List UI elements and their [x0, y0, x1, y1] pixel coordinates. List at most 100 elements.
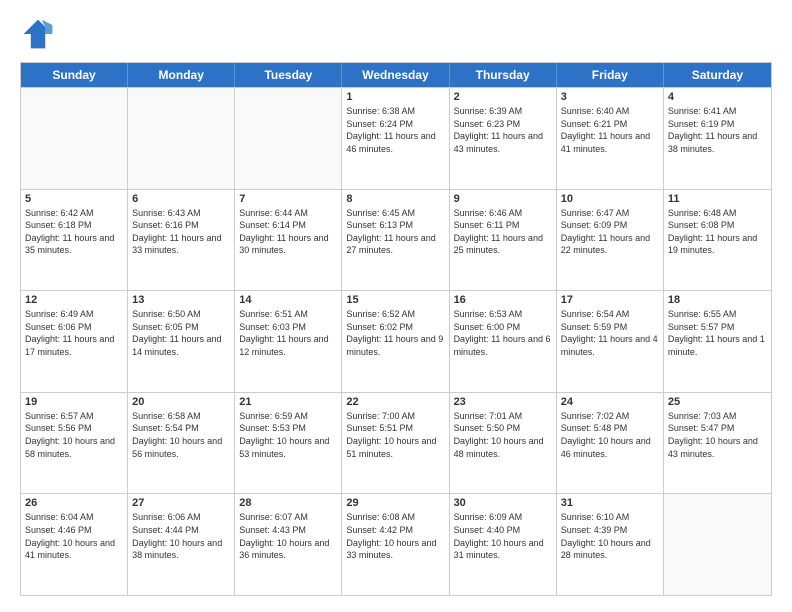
week-row-4: 26 Sunrise: 6:04 AMSunset: 4:46 PMDayligh… [21, 493, 771, 595]
day-info: Sunrise: 6:08 AMSunset: 4:42 PMDaylight:… [346, 511, 444, 561]
day-info: Sunrise: 6:45 AMSunset: 6:13 PMDaylight:… [346, 207, 444, 257]
day-info: Sunrise: 7:00 AMSunset: 5:51 PMDaylight:… [346, 410, 444, 460]
cal-cell: 19Sunrise: 6:57 AMSunset: 5:56 PMDayligh… [21, 393, 128, 494]
day-number: 11 [668, 193, 767, 205]
day-number: 28 [239, 497, 337, 509]
day-number: 26 [25, 497, 123, 509]
header [20, 16, 772, 52]
week-row-3: 19Sunrise: 6:57 AMSunset: 5:56 PMDayligh… [21, 392, 771, 494]
week-row-1: 5Sunrise: 6:42 AMSunset: 6:18 PMDaylight… [21, 189, 771, 291]
day-number: 17 [561, 294, 659, 306]
cal-cell: 18 Sunrise: 6:55 AMSunset: 5:57 PMDayligh… [664, 291, 771, 392]
cal-cell: 25Sunrise: 7:03 AMSunset: 5:47 PMDayligh… [664, 393, 771, 494]
cal-cell: 14 Sunrise: 6:51 AMSunset: 6:03 PMDayligh… [235, 291, 342, 392]
cal-cell: 9 Sunrise: 6:46 AMSunset: 6:11 PMDaylight… [450, 190, 557, 291]
day-number: 10 [561, 193, 659, 205]
day-info: Sunrise: 6:04 AMSunset: 4:46 PMDaylight:… [25, 511, 123, 561]
day-info: Sunrise: 7:02 AMSunset: 5:48 PMDaylight:… [561, 410, 659, 460]
day-info: Sunrise: 6:44 AMSunset: 6:14 PMDaylight:… [239, 207, 337, 257]
calendar-header: SundayMondayTuesdayWednesdayThursdayFrid… [21, 63, 771, 87]
day-number: 14 [239, 294, 337, 306]
day-number: 30 [454, 497, 552, 509]
day-info: Sunrise: 6:59 AMSunset: 5:53 PMDaylight:… [239, 410, 337, 460]
day-info: Sunrise: 6:06 AMSunset: 4:44 PMDaylight:… [132, 511, 230, 561]
logo [20, 16, 60, 52]
day-number: 4 [668, 91, 767, 103]
day-number: 24 [561, 396, 659, 408]
day-info: Sunrise: 6:48 AMSunset: 6:08 PMDaylight:… [668, 207, 767, 257]
cal-cell [128, 88, 235, 189]
day-info: Sunrise: 6:38 AMSunset: 6:24 PMDaylight:… [346, 105, 444, 155]
day-number: 27 [132, 497, 230, 509]
day-info: Sunrise: 6:55 AMSunset: 5:57 PMDaylight:… [668, 308, 767, 358]
day-number: 15 [346, 294, 444, 306]
day-info: Sunrise: 6:40 AMSunset: 6:21 PMDaylight:… [561, 105, 659, 155]
day-number: 13 [132, 294, 230, 306]
day-number: 8 [346, 193, 444, 205]
cal-cell: 26 Sunrise: 6:04 AMSunset: 4:46 PMDayligh… [21, 494, 128, 595]
cal-cell: 30 Sunrise: 6:09 AMSunset: 4:40 PMDayligh… [450, 494, 557, 595]
calendar-body: 1 Sunrise: 6:38 AMSunset: 6:24 PMDaylight… [21, 87, 771, 595]
day-info: Sunrise: 6:52 AMSunset: 6:02 PMDaylight:… [346, 308, 444, 358]
cal-cell: 21 Sunrise: 6:59 AMSunset: 5:53 PMDayligh… [235, 393, 342, 494]
cal-cell: 12 Sunrise: 6:49 AMSunset: 6:06 PMDayligh… [21, 291, 128, 392]
cal-cell: 17 Sunrise: 6:54 AMSunset: 5:59 PMDayligh… [557, 291, 664, 392]
day-info: Sunrise: 6:10 AMSunset: 4:39 PMDaylight:… [561, 511, 659, 561]
day-info: Sunrise: 7:01 AMSunset: 5:50 PMDaylight:… [454, 410, 552, 460]
day-info: Sunrise: 7:03 AMSunset: 5:47 PMDaylight:… [668, 410, 767, 460]
cal-cell: 31 Sunrise: 6:10 AMSunset: 4:39 PMDayligh… [557, 494, 664, 595]
cal-cell: 3 Sunrise: 6:40 AMSunset: 6:21 PMDaylight… [557, 88, 664, 189]
cal-cell: 7Sunrise: 6:44 AMSunset: 6:14 PMDaylight… [235, 190, 342, 291]
day-info: Sunrise: 6:07 AMSunset: 4:43 PMDaylight:… [239, 511, 337, 561]
cal-cell: 23 Sunrise: 7:01 AMSunset: 5:50 PMDayligh… [450, 393, 557, 494]
cal-cell [664, 494, 771, 595]
day-number: 12 [25, 294, 123, 306]
day-number: 18 [668, 294, 767, 306]
cal-cell: 11 Sunrise: 6:48 AMSunset: 6:08 PMDayligh… [664, 190, 771, 291]
logo-icon [20, 16, 56, 52]
day-number: 20 [132, 396, 230, 408]
day-info: Sunrise: 6:51 AMSunset: 6:03 PMDaylight:… [239, 308, 337, 358]
day-number: 1 [346, 91, 444, 103]
cal-cell: 24 Sunrise: 7:02 AMSunset: 5:48 PMDayligh… [557, 393, 664, 494]
day-number: 31 [561, 497, 659, 509]
day-number: 16 [454, 294, 552, 306]
day-number: 29 [346, 497, 444, 509]
header-day-wednesday: Wednesday [342, 63, 449, 87]
day-number: 23 [454, 396, 552, 408]
header-day-saturday: Saturday [664, 63, 771, 87]
day-info: Sunrise: 6:41 AMSunset: 6:19 PMDaylight:… [668, 105, 767, 155]
day-number: 22 [346, 396, 444, 408]
day-info: Sunrise: 6:42 AMSunset: 6:18 PMDaylight:… [25, 207, 123, 257]
cal-cell: 4 Sunrise: 6:41 AMSunset: 6:19 PMDaylight… [664, 88, 771, 189]
cal-cell: 10Sunrise: 6:47 AMSunset: 6:09 PMDayligh… [557, 190, 664, 291]
header-day-friday: Friday [557, 63, 664, 87]
day-info: Sunrise: 6:46 AMSunset: 6:11 PMDaylight:… [454, 207, 552, 257]
cal-cell [235, 88, 342, 189]
cal-cell: 1 Sunrise: 6:38 AMSunset: 6:24 PMDaylight… [342, 88, 449, 189]
day-number: 3 [561, 91, 659, 103]
cal-cell: 28 Sunrise: 6:07 AMSunset: 4:43 PMDayligh… [235, 494, 342, 595]
cal-cell: 13 Sunrise: 6:50 AMSunset: 6:05 PMDayligh… [128, 291, 235, 392]
cal-cell: 29 Sunrise: 6:08 AMSunset: 4:42 PMDayligh… [342, 494, 449, 595]
cal-cell: 6Sunrise: 6:43 AMSunset: 6:16 PMDaylight… [128, 190, 235, 291]
day-info: Sunrise: 6:58 AMSunset: 5:54 PMDaylight:… [132, 410, 230, 460]
day-info: Sunrise: 6:09 AMSunset: 4:40 PMDaylight:… [454, 511, 552, 561]
cal-cell: 8 Sunrise: 6:45 AMSunset: 6:13 PMDaylight… [342, 190, 449, 291]
day-info: Sunrise: 6:50 AMSunset: 6:05 PMDaylight:… [132, 308, 230, 358]
page: SundayMondayTuesdayWednesdayThursdayFrid… [0, 0, 792, 612]
cal-cell: 2Sunrise: 6:39 AMSunset: 6:23 PMDaylight… [450, 88, 557, 189]
day-info: Sunrise: 6:57 AMSunset: 5:56 PMDaylight:… [25, 410, 123, 460]
day-number: 6 [132, 193, 230, 205]
cal-cell: 20 Sunrise: 6:58 AMSunset: 5:54 PMDayligh… [128, 393, 235, 494]
day-number: 21 [239, 396, 337, 408]
day-info: Sunrise: 6:54 AMSunset: 5:59 PMDaylight:… [561, 308, 659, 358]
week-row-0: 1 Sunrise: 6:38 AMSunset: 6:24 PMDaylight… [21, 87, 771, 189]
header-day-thursday: Thursday [450, 63, 557, 87]
week-row-2: 12 Sunrise: 6:49 AMSunset: 6:06 PMDayligh… [21, 290, 771, 392]
day-number: 2 [454, 91, 552, 103]
day-number: 9 [454, 193, 552, 205]
header-day-tuesday: Tuesday [235, 63, 342, 87]
cal-cell: 27 Sunrise: 6:06 AMSunset: 4:44 PMDayligh… [128, 494, 235, 595]
day-info: Sunrise: 6:49 AMSunset: 6:06 PMDaylight:… [25, 308, 123, 358]
